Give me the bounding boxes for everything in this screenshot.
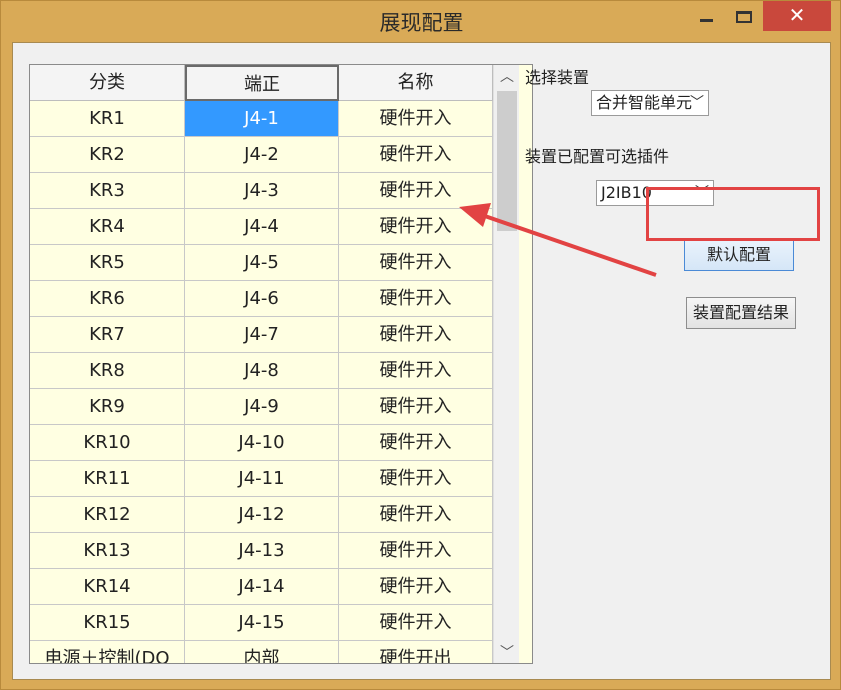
grid-cell[interactable]: J4-4 [185,209,339,245]
select-device-label: 选择装置 [525,68,590,87]
default-config-button[interactable]: 默认配置 [684,239,794,271]
main-window: 展现配置 ✕ 分类 端正 名称 KR1 J4-1 硬件开入 KR2 J4-2 硬件开入 KR… [0,0,841,690]
chevron-down-icon: ﹀ [690,95,704,111]
table-row[interactable]: KR2 J4-2 硬件开入 [30,137,493,173]
table-row[interactable]: KR11 J4-11 硬件开入 [30,461,493,497]
table-row[interactable]: KR6 J4-6 硬件开入 [30,281,493,317]
grid-cell[interactable]: J4-1 [185,101,339,137]
grid-cell[interactable]: 硬件开入 [339,137,493,173]
grid-cell[interactable]: 硬件开入 [339,173,493,209]
table-row[interactable]: KR15 J4-15 硬件开入 [30,605,493,641]
annotation-highlight-box [646,187,820,241]
grid-cell[interactable]: 电源＋控制(DO [30,641,185,663]
table-row[interactable]: KR10 J4-10 硬件开入 [30,425,493,461]
close-icon: ✕ [788,3,806,27]
scroll-up-icon[interactable]: ︿ [494,65,520,89]
grid-cell[interactable]: KR1 [30,101,185,137]
grid-cell[interactable]: J4-2 [185,137,339,173]
grid-cell[interactable]: KR5 [30,245,185,281]
grid-cell[interactable]: J4-10 [185,425,339,461]
grid-cell[interactable]: 硬件开入 [339,533,493,569]
grid-cell[interactable]: KR9 [30,389,185,425]
scroll-down-icon[interactable]: ﹀ [494,641,520,663]
maximize-icon [736,11,752,23]
table-row[interactable]: KR12 J4-12 硬件开入 [30,497,493,533]
minimize-icon [700,19,713,22]
grid-cell[interactable]: 硬件开入 [339,425,493,461]
grid-cell[interactable]: 硬件开入 [339,101,493,137]
config-result-button[interactable]: 装置配置结果 [686,297,796,329]
table-row[interactable]: KR7 J4-7 硬件开入 [30,317,493,353]
grid-cell[interactable]: 硬件开入 [339,569,493,605]
minimize-button[interactable] [687,1,727,31]
grid-cell[interactable]: KR8 [30,353,185,389]
grid-cell[interactable]: KR13 [30,533,185,569]
grid-cell[interactable]: 硬件开入 [339,605,493,641]
plugin-label: 装置已配置可选插件 [525,147,670,166]
grid-cell[interactable]: J4-3 [185,173,339,209]
grid-cell[interactable]: J4-14 [185,569,339,605]
maximize-button[interactable] [727,1,761,31]
grid-cell[interactable]: 硬件开入 [339,497,493,533]
table-row[interactable]: KR14 J4-14 硬件开入 [30,569,493,605]
table-row[interactable]: KR9 J4-9 硬件开入 [30,389,493,425]
grid-cell[interactable]: 硬件开入 [339,245,493,281]
grid-cell[interactable]: KR14 [30,569,185,605]
scroll-thumb[interactable] [497,91,517,231]
grid-cell[interactable]: 硬件开入 [339,281,493,317]
close-button[interactable]: ✕ [763,1,831,31]
grid-cell[interactable]: 硬件开入 [339,353,493,389]
grid-cell[interactable]: 硬件开出 [339,641,493,663]
grid-cell[interactable]: KR10 [30,425,185,461]
grid-cell[interactable]: KR6 [30,281,185,317]
column-header-name[interactable]: 名称 [339,65,493,101]
table-row[interactable]: KR1 J4-1 硬件开入 [30,101,493,137]
table-row[interactable]: KR3 J4-3 硬件开入 [30,173,493,209]
grid-cell[interactable]: J4-6 [185,281,339,317]
terminal-grid: 分类 端正 名称 KR1 J4-1 硬件开入 KR2 J4-2 硬件开入 KR3 J4-3 硬件… [29,64,533,664]
device-select[interactable]: 合并智能单元 ﹀ [591,90,709,116]
title-bar[interactable]: 展现配置 ✕ [1,1,841,41]
grid-cell[interactable]: KR4 [30,209,185,245]
grid-header: 分类 端正 名称 [30,65,493,101]
grid-cell[interactable]: J4-15 [185,605,339,641]
column-header-terminal[interactable]: 端正 [185,65,339,101]
table-row[interactable]: 电源＋控制(DO 内部 硬件开出 [30,641,493,663]
grid-cell[interactable]: KR11 [30,461,185,497]
grid-cell[interactable]: J4-5 [185,245,339,281]
grid-cell[interactable]: KR2 [30,137,185,173]
grid-cell[interactable]: 硬件开入 [339,461,493,497]
table-row[interactable]: KR5 J4-5 硬件开入 [30,245,493,281]
grid-cell[interactable]: J4-12 [185,497,339,533]
plugin-select-value: J2IB10 [601,183,652,202]
grid-cell[interactable]: KR12 [30,497,185,533]
grid-cell[interactable]: 硬件开入 [339,317,493,353]
grid-cell[interactable]: KR15 [30,605,185,641]
grid-cell[interactable]: 硬件开入 [339,209,493,245]
grid-cell[interactable]: KR7 [30,317,185,353]
column-header-category[interactable]: 分类 [30,65,185,101]
device-select-value: 合并智能单元 [596,93,693,112]
table-row[interactable]: KR4 J4-4 硬件开入 [30,209,493,245]
client-area: 分类 端正 名称 KR1 J4-1 硬件开入 KR2 J4-2 硬件开入 KR3 J4-3 硬件… [12,42,831,680]
grid-cell[interactable]: J4-13 [185,533,339,569]
grid-cell[interactable]: J4-11 [185,461,339,497]
grid-cell[interactable]: J4-9 [185,389,339,425]
grid-cell[interactable]: J4-7 [185,317,339,353]
grid-cell[interactable]: KR3 [30,173,185,209]
grid-cell[interactable]: J4-8 [185,353,339,389]
table-row[interactable]: KR13 J4-13 硬件开入 [30,533,493,569]
table-row[interactable]: KR8 J4-8 硬件开入 [30,353,493,389]
grid-vertical-scrollbar[interactable]: ︿ ﹀ [493,65,520,663]
grid-cell[interactable]: 硬件开入 [339,389,493,425]
grid-cell[interactable]: 内部 [185,641,339,663]
